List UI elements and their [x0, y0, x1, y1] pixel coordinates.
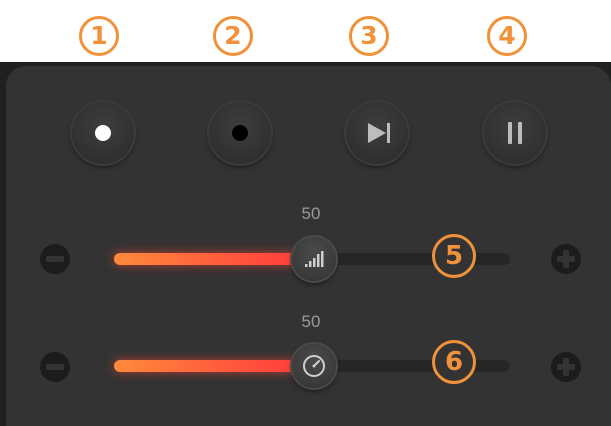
volume-slider-thumb[interactable]: [292, 237, 336, 281]
callout-1: 1: [79, 16, 119, 56]
speed-slider-thumb[interactable]: [292, 344, 336, 388]
volume-value-label: 50: [301, 204, 321, 223]
black-record-button[interactable]: [209, 102, 271, 164]
speedometer-icon: [303, 355, 325, 377]
white-record-button[interactable]: [72, 102, 134, 164]
callout-5: 5: [432, 234, 476, 278]
callout-4: 4: [487, 16, 527, 56]
callout-2: 2: [213, 16, 253, 56]
speed-decrease-button[interactable]: [40, 352, 70, 382]
callout-3: 3: [349, 16, 389, 56]
volume-slider-fill: [114, 253, 302, 265]
callout-6: 6: [432, 340, 476, 384]
plus-icon: [563, 250, 569, 268]
volume-increase-button[interactable]: [551, 244, 581, 274]
control-panel: 50 5 50 6: [6, 66, 611, 426]
minus-icon: [46, 364, 64, 370]
skip-forward-icon: [368, 123, 390, 143]
speed-increase-button[interactable]: [551, 352, 581, 382]
volume-decrease-button[interactable]: [40, 244, 70, 274]
white-dot-icon: [95, 125, 111, 141]
pause-button[interactable]: [484, 102, 546, 164]
skip-forward-button[interactable]: [346, 102, 408, 164]
pause-icon: [508, 122, 522, 144]
plus-icon: [563, 358, 569, 376]
signal-bars-icon: [305, 251, 324, 267]
speed-value-label: 50: [301, 312, 321, 331]
speed-slider-fill: [114, 360, 302, 372]
black-dot-icon: [232, 125, 248, 141]
minus-icon: [46, 256, 64, 262]
